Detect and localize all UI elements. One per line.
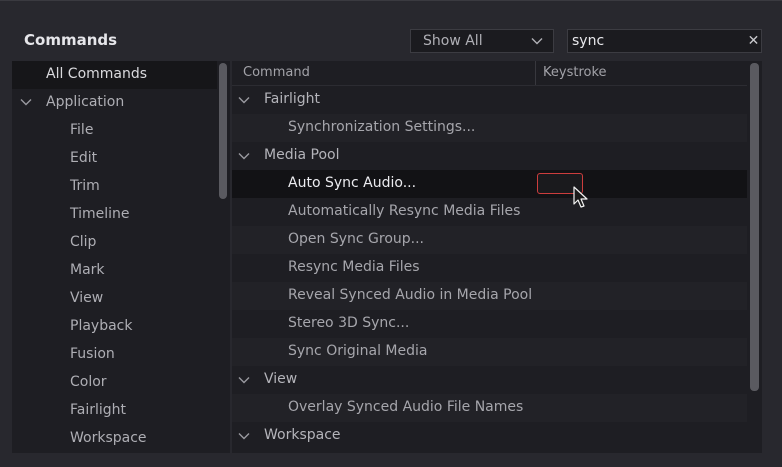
mouse-pointer-icon — [573, 186, 588, 208]
command-group-row[interactable]: Workspace — [232, 422, 747, 450]
search-field[interactable]: ✕ — [567, 29, 762, 53]
sidebar-item-label: Clip — [70, 234, 97, 250]
command-label: Stereo 3D Sync... — [288, 315, 410, 331]
sidebar-item-label: Timeline — [70, 206, 130, 222]
command-row[interactable]: Reveal Synced Audio in Media Pool — [232, 282, 747, 310]
filter-dropdown[interactable]: Show All — [410, 29, 554, 53]
column-divider[interactable] — [535, 61, 536, 85]
sidebar-item-label: Fairlight — [70, 402, 127, 418]
sidebar-item-label: Workspace — [70, 430, 147, 446]
sidebar-item-label: Trim — [70, 178, 100, 194]
command-label: Synchronization Settings... — [288, 119, 476, 135]
sidebar-item-label: View — [70, 290, 104, 306]
sidebar-item-application[interactable]: Application — [12, 89, 217, 117]
command-group-label: Workspace — [264, 427, 341, 443]
command-label: Auto Sync Audio... — [288, 175, 417, 191]
search-input[interactable] — [568, 30, 746, 52]
sidebar-item-label: Playback — [70, 318, 133, 334]
chevron-down-icon[interactable] — [238, 96, 250, 104]
category-tree-scrollbar[interactable] — [219, 63, 227, 199]
close-icon[interactable]: ✕ — [746, 33, 761, 49]
command-row[interactable]: Resync Media Files — [232, 254, 747, 282]
sidebar-item-mark[interactable]: Mark — [12, 257, 217, 285]
sidebar-item-timeline[interactable]: Timeline — [12, 201, 217, 229]
sidebar-item-file[interactable]: File — [12, 117, 217, 145]
sidebar-item-label: Edit — [70, 150, 98, 166]
table-header: Command Keystroke — [232, 61, 747, 86]
command-row[interactable]: Synchronization Settings... — [232, 114, 747, 142]
command-label: Automatically Resync Media Files — [288, 203, 521, 219]
command-group-row[interactable]: Fairlight — [232, 86, 747, 114]
commands-table[interactable]: Command Keystroke Fairlight Synchronizati… — [232, 61, 762, 453]
command-label: Sync Original Media — [288, 343, 428, 359]
column-header-command[interactable]: Command — [243, 65, 310, 80]
chevron-down-icon — [531, 38, 543, 45]
sidebar-item-edit[interactable]: Edit — [12, 145, 217, 173]
command-row[interactable]: Auto Sync Audio... — [232, 170, 747, 198]
panel-title: Commands — [24, 31, 118, 49]
commands-table-scrollbar[interactable] — [750, 63, 759, 391]
sidebar-item-fusion[interactable]: Fusion — [12, 341, 217, 369]
filter-dropdown-value: Show All — [423, 33, 483, 49]
command-row[interactable]: Open Sync Group... — [232, 226, 747, 254]
command-group-label: View — [264, 371, 298, 387]
chevron-down-icon[interactable] — [238, 152, 250, 160]
sidebar-item-view[interactable]: View — [12, 285, 217, 313]
sidebar-item-all-commands[interactable]: All Commands — [12, 61, 217, 89]
command-row[interactable]: Automatically Resync Media Files — [232, 198, 747, 226]
command-label: Open Sync Group... — [288, 231, 425, 247]
sidebar-item-workspace[interactable]: Workspace — [12, 425, 217, 453]
top-divider — [0, 0, 782, 1]
sidebar-item-label: Mark — [70, 262, 105, 278]
command-label: Resync Media Files — [288, 259, 420, 275]
sidebar-item-playback[interactable]: Playback — [12, 313, 217, 341]
sidebar-item-label: All Commands — [46, 66, 148, 82]
command-label: Reveal Synced Audio in Media Pool — [288, 287, 533, 303]
chevron-down-icon[interactable] — [20, 98, 32, 106]
command-category-tree[interactable]: All Commands Application File Edit Trim Timel… — [12, 61, 230, 453]
command-row[interactable]: Sync Original Media — [232, 338, 747, 366]
command-group-label: Fairlight — [264, 91, 321, 107]
command-label: Overlay Synced Audio File Names — [288, 399, 524, 415]
sidebar-item-color[interactable]: Color — [12, 369, 217, 397]
command-group-label: Media Pool — [264, 147, 340, 163]
sidebar-item-label: File — [70, 122, 94, 138]
column-header-keystroke[interactable]: Keystroke — [543, 65, 607, 80]
sidebar-item-clip[interactable]: Clip — [12, 229, 217, 257]
command-group-row[interactable]: Media Pool — [232, 142, 747, 170]
command-group-row[interactable]: View — [232, 366, 747, 394]
sidebar-item-label: Application — [46, 94, 125, 110]
sidebar-item-label: Fusion — [70, 346, 115, 362]
chevron-down-icon[interactable] — [238, 376, 250, 384]
command-row[interactable]: Stereo 3D Sync... — [232, 310, 747, 338]
sidebar-item-label: Color — [70, 374, 107, 390]
sidebar-item-fairlight[interactable]: Fairlight — [12, 397, 217, 425]
command-row[interactable]: Overlay Synced Audio File Names — [232, 394, 747, 422]
sidebar-item-trim[interactable]: Trim — [12, 173, 217, 201]
chevron-down-icon[interactable] — [238, 432, 250, 440]
